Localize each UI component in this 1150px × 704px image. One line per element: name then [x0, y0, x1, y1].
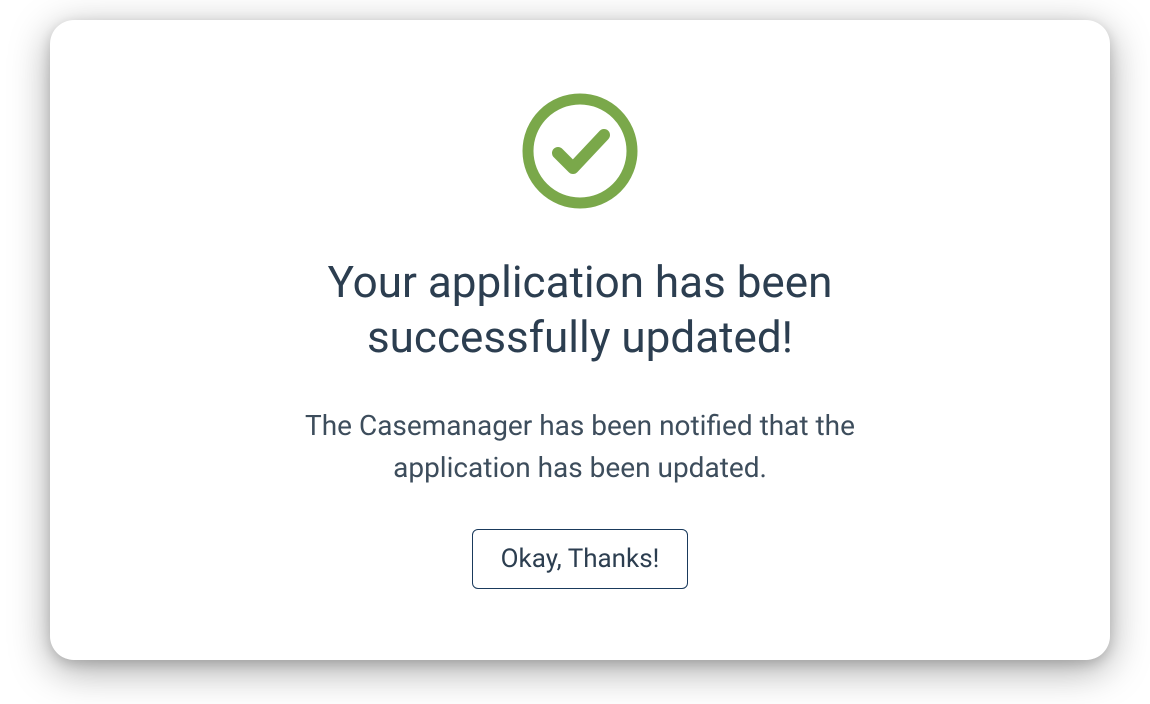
okay-thanks-button[interactable]: Okay, Thanks! — [472, 529, 689, 589]
checkmark-circle-icon — [520, 91, 640, 215]
modal-title: Your application has been successfully u… — [220, 255, 940, 365]
success-modal: Your application has been successfully u… — [50, 20, 1110, 660]
modal-message: The Casemanager has been notified that t… — [260, 405, 900, 489]
